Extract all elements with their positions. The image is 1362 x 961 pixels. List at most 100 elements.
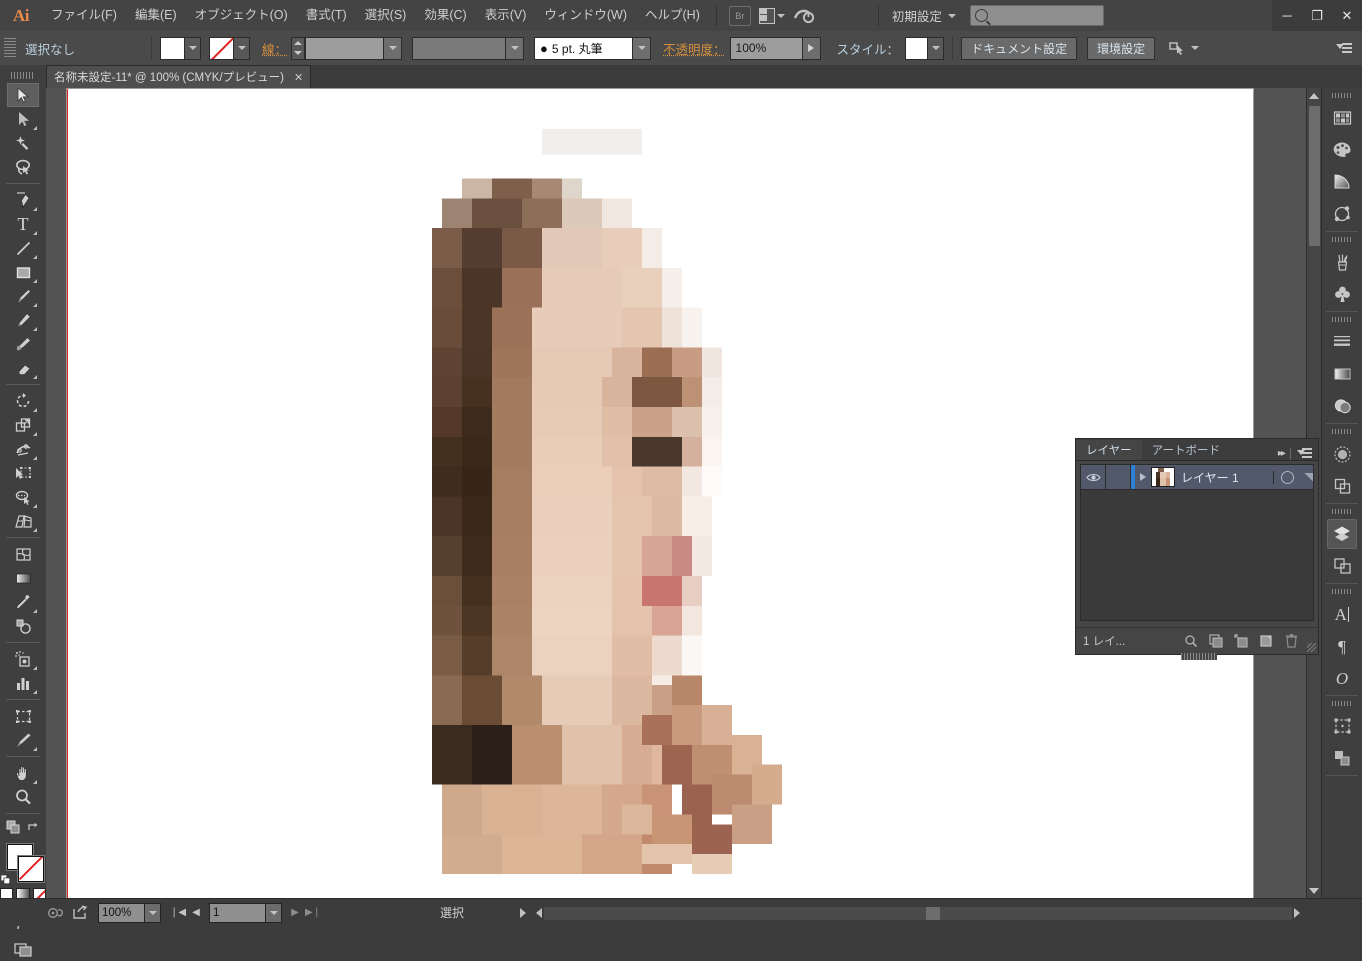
workspace-chevron-down-icon[interactable]	[947, 13, 956, 18]
select-similar-objects-button[interactable]	[1169, 41, 1200, 56]
document-tab[interactable]: 名称未設定-11* @ 100% (CMYK/プレビュー) ✕	[46, 65, 312, 88]
tool-flyout-corner[interactable]	[33, 303, 37, 307]
stroke-profile-dropdown[interactable]	[506, 36, 525, 60]
fill-dropdown-button[interactable]	[185, 36, 202, 60]
opacity-control[interactable]: 100%	[729, 36, 821, 60]
vertical-scroll-thumb[interactable]	[1309, 106, 1320, 246]
screen-mode-button[interactable]	[7, 937, 39, 961]
rectangle-tool[interactable]	[7, 260, 39, 284]
locate-object-button[interactable]	[1180, 630, 1202, 652]
brushes-panel-icon[interactable]	[1327, 247, 1357, 277]
last-artboard-button[interactable]: ▶❘	[304, 903, 322, 923]
search-help-input[interactable]	[969, 5, 1104, 26]
tool-flyout-corner[interactable]	[33, 375, 37, 379]
table-row[interactable]: レイヤー 1	[1081, 465, 1313, 490]
edit-colors-panel-icon[interactable]	[1327, 199, 1357, 229]
type-tool[interactable]: T	[7, 212, 39, 236]
bridge-button[interactable]: Br	[727, 5, 753, 27]
menu-help[interactable]: ヘルプ(H)	[636, 0, 709, 31]
menu-type[interactable]: 書式(T)	[297, 0, 356, 31]
tool-flyout-corner[interactable]	[33, 408, 37, 412]
workspace-selector-label[interactable]: 初期設定	[886, 6, 948, 25]
layers-panel-icon[interactable]	[1327, 519, 1357, 549]
device-preview-button[interactable]	[44, 903, 68, 923]
layer-name-label[interactable]: レイヤー 1	[1181, 469, 1273, 486]
horizontal-scrollbar[interactable]	[520, 903, 1300, 923]
artboard-number-field[interactable]: 1	[209, 902, 266, 923]
make-clipping-mask-button[interactable]	[1205, 630, 1227, 652]
window-minimize-button[interactable]: ─	[1272, 0, 1302, 31]
tool-flyout-corner[interactable]	[33, 126, 37, 130]
menu-view[interactable]: 表示(V)	[476, 0, 536, 31]
menu-select[interactable]: 選択(S)	[356, 0, 416, 31]
swap-fill-stroke-icon[interactable]	[26, 821, 40, 835]
arrange-documents-button[interactable]	[758, 5, 785, 27]
tool-flyout-corner[interactable]	[33, 327, 37, 331]
preferences-button[interactable]: 環境設定	[1087, 36, 1156, 60]
share-on-behance-button[interactable]	[68, 903, 92, 923]
double-chevron-right-icon[interactable]: ▸▸	[1278, 448, 1286, 459]
dock-gripper[interactable]	[1332, 91, 1352, 100]
layer-visibility-toggle[interactable]	[1081, 465, 1106, 489]
graphic-styles-panel-icon[interactable]	[1327, 471, 1357, 501]
color-panel-icon[interactable]	[1327, 135, 1357, 165]
stroke-profile-control[interactable]	[412, 36, 525, 60]
control-bar-gripper[interactable]	[4, 38, 16, 58]
lasso-tool[interactable]	[7, 155, 39, 179]
line-segment-tool[interactable]	[7, 236, 39, 260]
dock-gripper[interactable]	[1332, 587, 1352, 596]
stroke-weight-stepper[interactable]	[291, 36, 306, 60]
artboards-panel-icon[interactable]	[1327, 551, 1357, 581]
perspective-grid-tool[interactable]	[7, 509, 39, 533]
artboard-number-control[interactable]: 1	[209, 902, 282, 923]
control-panel-menu-button[interactable]	[1336, 41, 1352, 55]
character-panel-icon[interactable]: A	[1327, 599, 1357, 629]
brush-definition-field[interactable]: ● 5 pt. 丸筆	[534, 36, 634, 60]
menu-edit[interactable]: 編集(E)	[126, 0, 186, 31]
transparency-panel-icon[interactable]	[1327, 391, 1357, 421]
hand-tool[interactable]	[7, 761, 39, 785]
artboard-tool[interactable]	[7, 704, 39, 728]
status-flyout-arrow-icon[interactable]	[520, 908, 526, 918]
stroke-color-indicator[interactable]	[18, 856, 44, 882]
scroll-right-arrow-icon[interactable]	[1294, 908, 1300, 918]
eraser-tool[interactable]	[7, 356, 39, 380]
appearance-panel-icon[interactable]	[1327, 439, 1357, 469]
pen-tool[interactable]	[7, 188, 39, 212]
tool-flyout-corner[interactable]	[33, 432, 37, 436]
tool-flyout-corner[interactable]	[33, 255, 37, 259]
stroke-weight-field[interactable]	[305, 36, 385, 60]
tool-flyout-corner[interactable]	[33, 609, 37, 613]
transform-panel-icon[interactable]	[1327, 711, 1357, 741]
create-new-layer-button[interactable]	[1255, 630, 1277, 652]
brush-definition-control[interactable]: ● 5 pt. 丸筆	[534, 36, 652, 60]
next-artboard-button[interactable]: ▶	[286, 903, 304, 923]
blend-tool[interactable]	[7, 614, 39, 638]
paragraph-panel-icon[interactable]: ¶	[1327, 631, 1357, 661]
free-transform-tool[interactable]	[7, 461, 39, 485]
menu-object[interactable]: オブジェクト(O)	[186, 0, 297, 31]
slice-tool[interactable]	[7, 728, 39, 752]
window-close-button[interactable]: ✕	[1332, 0, 1362, 31]
dock-gripper[interactable]	[1332, 315, 1352, 324]
shape-builder-tool[interactable]	[7, 485, 39, 509]
tool-flyout-corner[interactable]	[33, 690, 37, 694]
blob-brush-tool[interactable]	[7, 332, 39, 356]
graphic-style-dropdown[interactable]	[928, 36, 945, 60]
layer-expand-toggle[interactable]	[1135, 473, 1151, 481]
width-tool[interactable]	[7, 437, 39, 461]
stroke-weight-control[interactable]	[291, 36, 403, 60]
blend-squares-icon[interactable]	[6, 820, 22, 836]
first-artboard-button[interactable]: ❘◀	[169, 903, 187, 923]
rotate-tool[interactable]	[7, 389, 39, 413]
scroll-left-arrow-icon[interactable]	[536, 908, 542, 918]
selection-tool[interactable]	[7, 83, 39, 107]
dock-gripper[interactable]	[1332, 235, 1352, 244]
column-graph-tool[interactable]	[7, 671, 39, 695]
swatches-panel-icon[interactable]	[1327, 103, 1357, 133]
horizontal-scroll-track[interactable]	[544, 906, 1292, 920]
opentype-panel-icon[interactable]: O	[1327, 663, 1357, 693]
direct-selection-tool[interactable]	[7, 107, 39, 131]
layers-panel-menu-button[interactable]	[1297, 447, 1312, 459]
opacity-field[interactable]: 100%	[729, 36, 803, 60]
